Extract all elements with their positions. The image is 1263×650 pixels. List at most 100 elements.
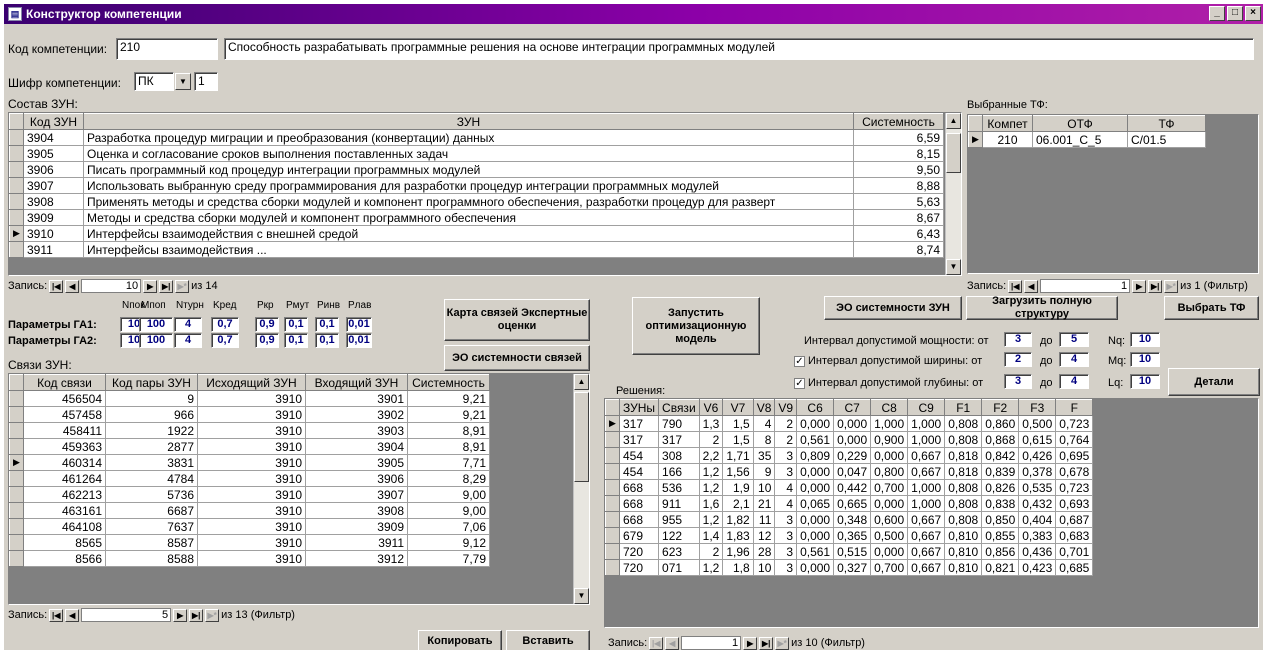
ga1-param-input[interactable]: 0,1 [284,317,308,332]
row-selector[interactable] [9,502,24,519]
solution-cell[interactable]: 2 [698,431,724,448]
mq-input[interactable]: 10 [1130,352,1160,367]
table-row[interactable]: 459363 2877 3910 3904 8,91 [9,438,490,455]
ga2-param-input[interactable]: 0,7 [211,333,239,348]
solution-cell[interactable]: 1,2 [698,511,724,528]
links-cell[interactable]: 463161 [23,502,106,519]
solution-cell[interactable]: 911 [658,495,700,512]
sol-first-record-button[interactable]: |◀ [649,636,664,650]
solution-cell[interactable]: 0,378 [1018,463,1057,480]
tf-first-record-button[interactable]: |◀ [1008,279,1023,293]
solution-cell[interactable]: 317 [618,431,660,448]
solution-cell[interactable]: 10 [752,559,776,576]
links-cell[interactable]: 3911 [305,534,408,551]
prev-record-button[interactable]: ◀ [65,279,80,293]
eo-zun-button[interactable]: ЭО системности ЗУН [824,296,962,320]
row-selector[interactable] [605,511,620,528]
solution-cell[interactable]: 0,561 [796,431,835,448]
tf-col-competence[interactable]: Компет [982,115,1033,132]
solution-cell[interactable]: 4 [774,479,798,496]
links-cell[interactable]: 2877 [105,438,198,455]
links-cell[interactable]: 3910 [197,502,306,519]
solution-cell[interactable]: 1,000 [907,495,946,512]
links-cell[interactable]: 464108 [23,518,106,535]
row-selector[interactable]: ▶ [9,225,24,242]
solution-cell[interactable]: 317 [658,431,700,448]
zun-cell[interactable]: 3905 [23,145,84,162]
solution-cell[interactable]: 3 [774,463,798,480]
row-selector[interactable] [9,145,24,162]
solution-cell[interactable]: 0,615 [1018,431,1057,448]
links-cell[interactable]: 3910 [197,534,306,551]
solutions-col-header[interactable]: F [1055,399,1094,416]
zun-cell[interactable]: Использовать выбранную среду программиро… [83,177,854,194]
table-row[interactable]: 464108 7637 3910 3909 7,06 [9,518,490,535]
solution-cell[interactable]: 4 [752,415,776,432]
cipher-select[interactable]: ПК [134,72,174,91]
zun-cell[interactable]: 8,88 [853,177,944,194]
solution-cell[interactable]: 4 [774,495,798,512]
row-selector[interactable] [9,422,24,439]
links-cell[interactable]: 4784 [105,470,198,487]
links-cell[interactable]: 7,71 [407,454,490,471]
tf-col-otf[interactable]: ОТФ [1032,115,1128,132]
zun-cell[interactable]: Оценка и согласование сроков выполнения … [83,145,854,162]
solution-cell[interactable]: 0,808 [944,431,983,448]
row-selector[interactable] [9,177,24,194]
links-cell[interactable]: 966 [105,406,198,423]
power-to-input[interactable]: 5 [1059,332,1089,347]
links-scrollbar[interactable]: ▲ ▼ [573,374,589,604]
solution-cell[interactable]: 0,695 [1055,447,1094,464]
depth-checkbox[interactable]: ✓ [794,377,805,389]
solution-cell[interactable]: 0,000 [796,511,835,528]
solution-cell[interactable]: 1,56 [722,463,754,480]
solutions-col-header[interactable]: V6 [698,399,724,416]
solution-row[interactable]: 668 911 1,6 2,1 21 4 0,065 0,665 0,000 1,000 0,808… [605,495,1094,512]
ga1-param-input[interactable]: 0,7 [211,317,239,332]
zun-cell[interactable]: 3909 [23,209,84,226]
cipher-number-input[interactable]: 1 [194,72,218,91]
links-cell[interactable]: 7,79 [407,550,490,567]
solution-cell[interactable]: 0,665 [833,495,872,512]
zun-cell[interactable]: Методы и средства сборки модулей и компо… [83,209,854,226]
solution-cell[interactable]: 0,000 [870,543,909,560]
solutions-col-header[interactable]: F1 [944,399,983,416]
links-cell[interactable]: 3910 [197,390,306,407]
solution-cell[interactable]: 0,500 [870,527,909,544]
links-cell[interactable]: 460314 [23,454,106,471]
solution-cell[interactable]: 668 [618,511,660,528]
links-cell[interactable]: 6687 [105,502,198,519]
table-row[interactable]: 457458 966 3910 3902 9,21 [9,406,490,423]
links-next-record-button[interactable]: ▶ [173,608,188,622]
links-cell[interactable]: 9,00 [407,486,490,503]
sol-next-record-button[interactable]: ▶ [743,636,758,650]
solution-cell[interactable]: 790 [658,415,700,432]
solution-cell[interactable]: 0,839 [981,463,1020,480]
zun-cell[interactable]: 5,63 [853,193,944,210]
solution-cell[interactable]: 0,426 [1018,447,1057,464]
links-cell[interactable]: 3910 [197,438,306,455]
row-selector[interactable] [9,161,24,178]
solution-cell[interactable]: 0,900 [870,431,909,448]
links-cell[interactable]: 3910 [197,550,306,567]
solution-cell[interactable]: 0,000 [870,447,909,464]
solution-cell[interactable]: 2,2 [698,447,724,464]
links-cell[interactable]: 461264 [23,470,106,487]
solution-cell[interactable]: 0,000 [796,559,835,576]
links-cell[interactable]: 3906 [305,470,408,487]
tf-cell[interactable]: 210 [982,131,1033,148]
solution-cell[interactable]: 0,818 [944,447,983,464]
links-cell[interactable]: 3902 [305,406,408,423]
ga2-param-input[interactable]: 4 [174,333,202,348]
zun-cell[interactable]: Интерфейсы взаимодействия с внешней сред… [83,225,854,242]
tf-cell[interactable]: 06.001_C_5 [1032,131,1128,148]
tf-col-tf[interactable]: ТФ [1127,115,1206,132]
solution-cell[interactable]: 0,700 [870,479,909,496]
solutions-col-header[interactable]: C6 [796,399,835,416]
solutions-col-header[interactable]: F2 [981,399,1020,416]
row-selector[interactable] [605,447,620,464]
choose-tf-button[interactable]: Выбрать ТФ [1164,296,1259,320]
solution-cell[interactable]: 0,808 [944,415,983,432]
solution-cell[interactable]: 3 [774,511,798,528]
ga2-param-input[interactable]: 0,01 [346,333,372,348]
